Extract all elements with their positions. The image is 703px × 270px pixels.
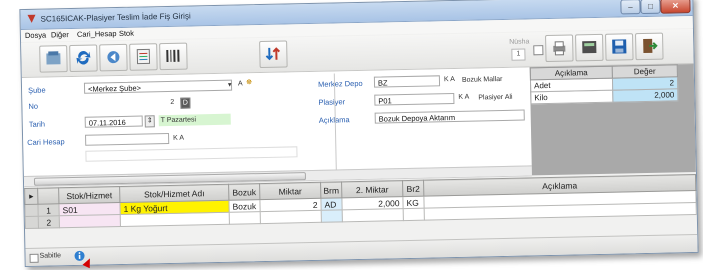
cari-after-label[interactable]: K A xyxy=(173,135,184,142)
cell-miktar[interactable] xyxy=(260,210,322,224)
date-spinner[interactable]: ⇕ xyxy=(144,115,155,128)
close-button[interactable]: ✕ xyxy=(660,0,691,14)
plasiyer-desc: Plasiyer Ali xyxy=(478,93,513,102)
print-button[interactable] xyxy=(545,34,574,63)
row-number: 1 xyxy=(37,203,60,217)
refresh-icon xyxy=(76,51,91,65)
cari-label: Cari Hesap xyxy=(27,137,65,147)
tarih-label: Tarih xyxy=(28,119,46,129)
cell-brm[interactable] xyxy=(321,209,343,223)
toolbar-button-3[interactable] xyxy=(99,43,128,72)
header-miktar2[interactable]: 2. Miktar xyxy=(341,180,403,198)
header-miktar[interactable]: Miktar xyxy=(259,182,321,200)
menu-dosya[interactable]: Dosya xyxy=(25,31,46,40)
refresh-button[interactable] xyxy=(69,44,98,73)
nusha-label: Nüsha xyxy=(509,38,530,46)
sabitle-checkbox[interactable] xyxy=(29,253,39,263)
sube-select[interactable]: <Merkez Şube> xyxy=(83,79,233,94)
print-icon xyxy=(553,41,566,56)
sabitle-label: Sabitle xyxy=(39,252,62,260)
status-bar: Sabitle xyxy=(25,233,698,267)
tarih-input[interactable]: 07.11.2016 xyxy=(84,115,143,128)
merkez-desc: Bozuk Mallar xyxy=(461,75,503,84)
summary-label-kilo: Kilo xyxy=(530,90,613,104)
cell-br2[interactable]: KG xyxy=(402,196,425,209)
toolbar-button-4[interactable] xyxy=(129,43,158,71)
cell-stok[interactable] xyxy=(59,214,121,228)
line-num-header xyxy=(37,187,59,205)
sube-after-label: A xyxy=(237,80,243,88)
cari-desc xyxy=(85,146,298,162)
row-indicator xyxy=(24,204,39,217)
summary-table: Açıklama Değer Adet 2 Kilo 2,000 xyxy=(530,64,679,104)
grid-icon xyxy=(46,51,61,65)
chevron-down-icon[interactable]: ▾ xyxy=(228,81,232,89)
minimize-button[interactable]: – xyxy=(620,0,641,15)
app-window: SC165ICAK-Plasiyer Teslim İade Fiş Giriş… xyxy=(19,0,699,268)
plasiyer-input[interactable]: P01 xyxy=(374,92,455,106)
calculator-button[interactable] xyxy=(575,33,604,62)
window-title: SC165ICAK-Plasiyer Teslim İade Fiş Giriş… xyxy=(40,11,191,24)
toolbar-button-1[interactable] xyxy=(39,45,68,73)
header-stok[interactable]: Stok/Hizmet xyxy=(58,186,120,204)
sube-label: Şube xyxy=(27,85,46,95)
menu-diger[interactable]: Diğer xyxy=(51,30,69,39)
app-icon xyxy=(27,14,36,23)
no-value: 2 xyxy=(170,98,175,106)
menu-stok[interactable]: Stok xyxy=(119,29,134,38)
cari-input[interactable] xyxy=(85,132,170,146)
tarih-day: T Pazartesi xyxy=(158,113,231,127)
row-indicator xyxy=(25,216,39,229)
menu-cari-hesap[interactable]: Cari_Hesap xyxy=(77,29,117,39)
plasiyer-label: Plasiyer xyxy=(318,97,346,107)
no-label: No xyxy=(28,101,39,111)
header-brm[interactable]: Brm xyxy=(320,181,342,199)
save-icon xyxy=(612,39,627,54)
merkez-after-label[interactable]: K A xyxy=(444,76,455,83)
row-indicator-header: ▸ xyxy=(24,188,38,205)
exit-icon xyxy=(643,38,658,54)
document-icon xyxy=(136,48,151,65)
cell-br2[interactable] xyxy=(403,208,425,221)
sube-icon[interactable]: ☸ xyxy=(246,78,252,86)
aciklama-input[interactable]: Bozuk Depoya Aktarım xyxy=(374,109,525,124)
nusha-input[interactable]: 1 xyxy=(511,48,526,61)
calculator-icon xyxy=(582,41,597,54)
header-bozuk[interactable]: Bozuk xyxy=(228,183,260,201)
no-button[interactable]: D xyxy=(180,97,191,109)
nusha-checkbox[interactable] xyxy=(533,45,544,56)
cell-bozuk[interactable]: Bozuk xyxy=(228,199,261,213)
sort-icon xyxy=(265,47,281,61)
summary-value-kilo: 2,000 xyxy=(612,88,678,103)
transfer-icon xyxy=(107,51,120,64)
merkez-input[interactable]: BZ xyxy=(373,75,441,88)
cell-miktar2[interactable] xyxy=(342,208,404,222)
cell-brm[interactable]: AD xyxy=(320,197,343,211)
toolbar-button-5[interactable] xyxy=(159,42,188,71)
save-button[interactable] xyxy=(605,33,634,61)
row-number: 2 xyxy=(38,215,60,229)
cell-stok-adi[interactable] xyxy=(120,212,230,227)
sort-button[interactable] xyxy=(259,40,288,69)
cell-bozuk[interactable] xyxy=(229,211,261,225)
merkez-label: Merkez Depo xyxy=(317,78,363,89)
barcode-icon xyxy=(166,49,180,63)
header-br2[interactable]: Br2 xyxy=(402,180,424,197)
plasiyer-after-label[interactable]: K A xyxy=(458,94,469,101)
exit-button[interactable] xyxy=(635,32,664,61)
pointer-marker xyxy=(82,256,94,269)
maximize-button[interactable]: □ xyxy=(640,0,661,15)
